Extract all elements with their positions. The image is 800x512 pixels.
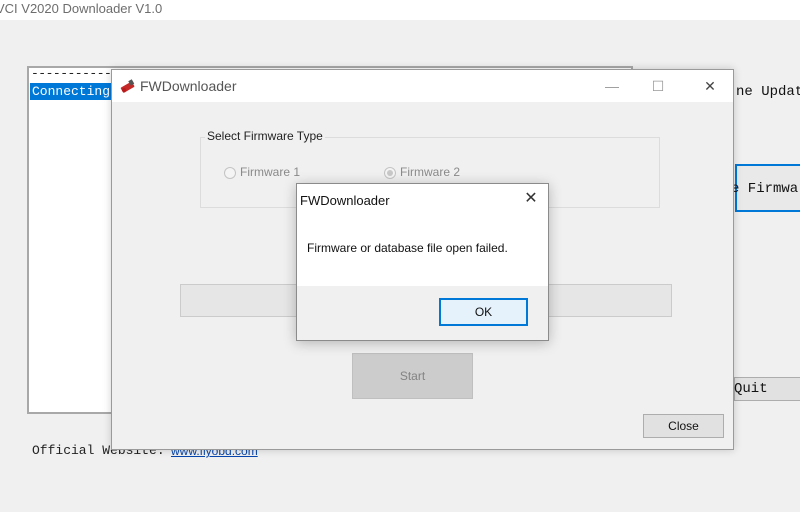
start-button[interactable]: Start (352, 353, 473, 399)
minimize-button[interactable]: — (589, 70, 635, 102)
app-title: VCI V2020 Downloader V1.0 (0, 1, 163, 16)
error-dialog: FWDownloader ✕ Firmware or database file… (296, 183, 549, 341)
dialog-close-icon[interactable]: ✕ (516, 185, 546, 213)
window-close-button[interactable]: ✕ (687, 70, 733, 102)
app-icon (120, 78, 136, 94)
log-dashes: ----------- (31, 66, 112, 81)
firmware-type-group-label: Select Firmware Type (205, 129, 325, 143)
app-titlebar: VCI V2020 Downloader V1.0 (0, 0, 800, 20)
quit-button-label: Quit (734, 381, 768, 397)
dialog-footer: OK (297, 286, 548, 340)
update-firmware-button-label: e Firmware (731, 181, 800, 197)
dialog-message: Firmware or database file open failed. (307, 241, 508, 255)
maximize-button[interactable]: ☐ (635, 70, 681, 102)
dialog-title: FWDownloader (300, 193, 390, 208)
ok-button[interactable]: OK (439, 298, 528, 326)
fwdownloader-titlebar[interactable]: FWDownloader — ☐ ✕ (112, 70, 733, 102)
update-button[interactable]: ne Update (736, 84, 800, 100)
firmware-1-label[interactable]: Firmware 1 (240, 165, 300, 179)
firmware-2-radio[interactable] (384, 167, 396, 179)
log-connecting-line: Connecting (30, 83, 113, 100)
firmware-2-label[interactable]: Firmware 2 (400, 165, 460, 179)
fwdownloader-title: FWDownloader (140, 78, 237, 94)
firmware-1-radio[interactable] (224, 167, 236, 179)
close-button[interactable]: Close (643, 414, 724, 438)
